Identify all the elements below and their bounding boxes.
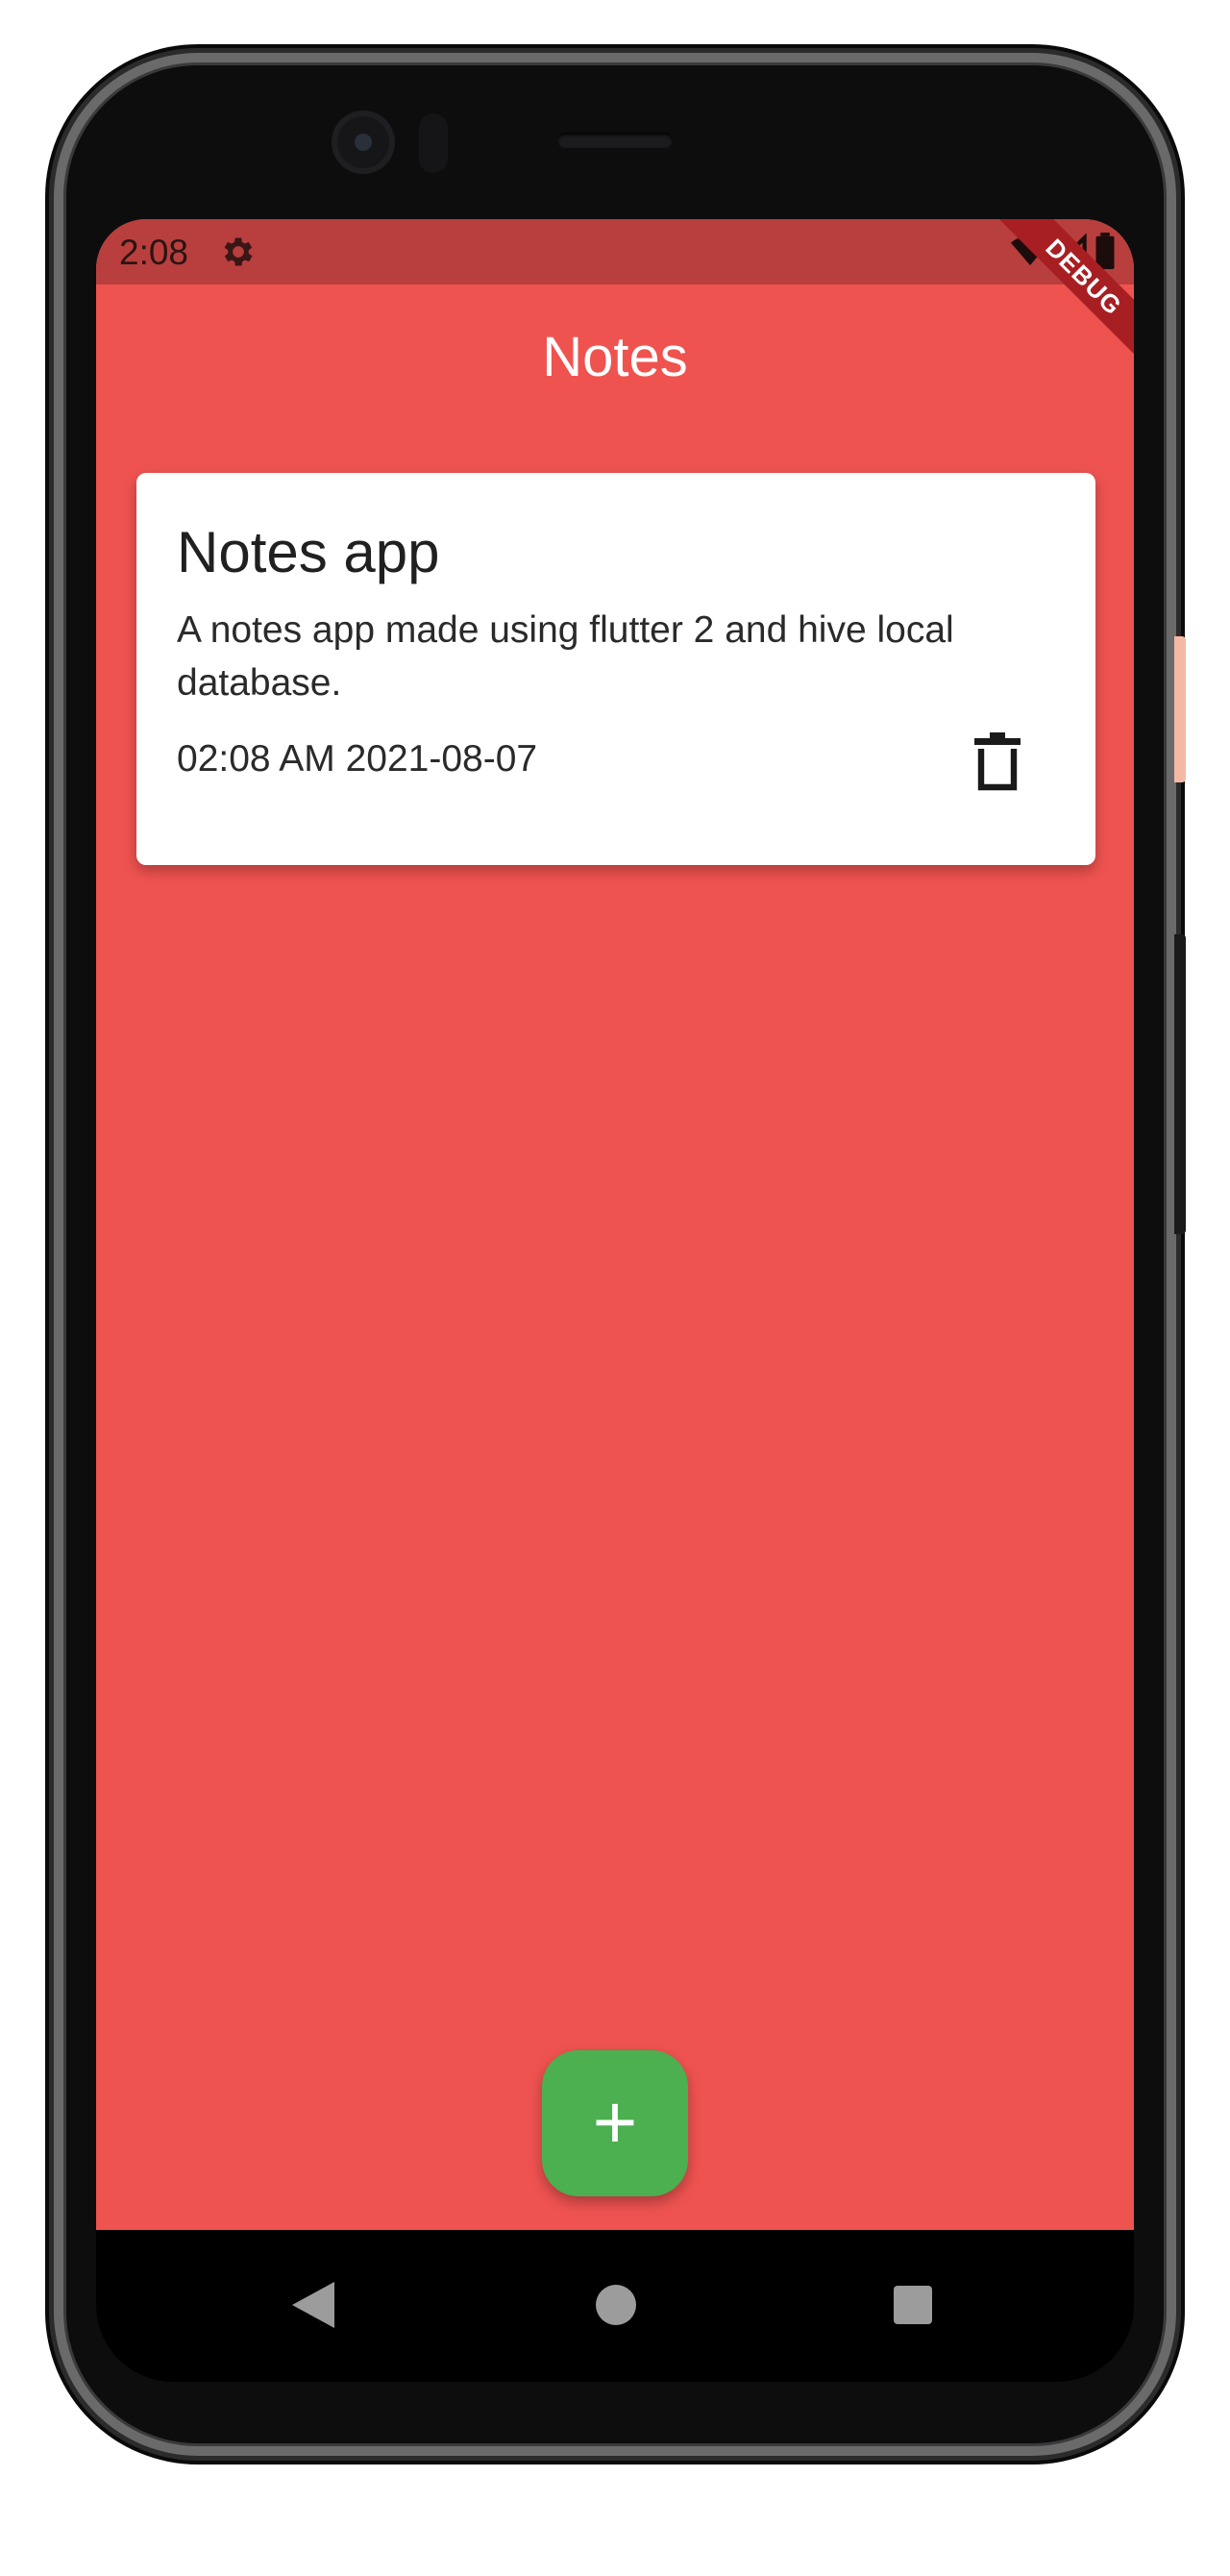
page-title: Notes [542, 326, 688, 388]
gear-icon [224, 237, 253, 266]
app-screen: 2:08 DEBUG Notes Notes app A notes app m… [96, 219, 1134, 2230]
note-timestamp: 02:08 AM 2021-08-07 [177, 738, 538, 780]
status-time: 2:08 [119, 233, 189, 272]
trash-icon[interactable] [971, 731, 1024, 792]
add-note-button[interactable]: + [542, 2050, 688, 2196]
plus-icon: + [592, 2079, 638, 2165]
note-title: Notes app [177, 520, 440, 584]
proximity-sensor [419, 113, 448, 173]
volume-button [1174, 934, 1186, 1234]
note-body: A notes app made using flutter 2 and hiv… [177, 609, 954, 704]
status-bar: 2:08 [96, 219, 1134, 285]
recents-icon[interactable] [894, 2286, 932, 2324]
back-icon[interactable] [292, 2282, 334, 2328]
note-card[interactable]: Notes app A notes app made using flutter… [136, 473, 1095, 865]
navigation-bar [96, 2230, 1134, 2382]
front-camera [332, 111, 395, 174]
earpiece-speaker [557, 133, 673, 148]
home-icon[interactable] [596, 2285, 636, 2325]
power-button [1174, 636, 1186, 782]
